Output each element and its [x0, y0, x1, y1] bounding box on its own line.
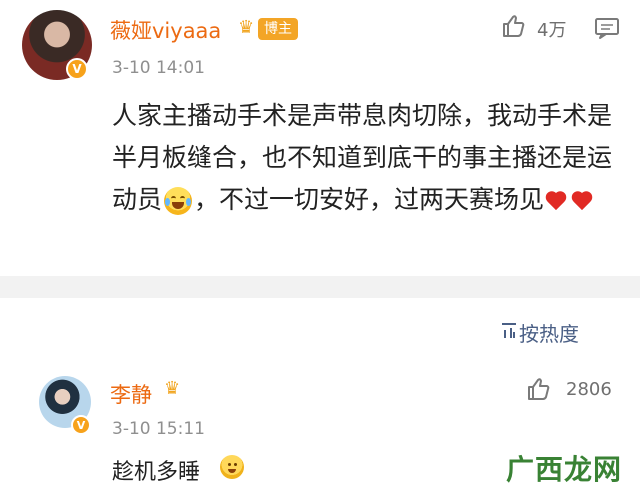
reply-text: 趁机多睡	[112, 460, 201, 485]
post-username[interactable]: 薇娅viyaaa	[110, 15, 221, 45]
post-text-part-2: ，不过一切安好，过两天赛场见	[194, 185, 545, 214]
post-content: 人家主播动手术是声带息肉切除，我动手术是半月板缝合，也不知道到底干的事主播还是运…	[112, 95, 622, 221]
reply-username[interactable]: 李静	[110, 379, 152, 409]
verified-icon: V	[66, 58, 88, 80]
reply-like-count: 2806	[566, 379, 612, 400]
verified-icon: V	[71, 415, 91, 435]
comment-icon[interactable]	[594, 16, 620, 40]
crown-icon: ♛	[238, 17, 255, 38]
drooling-emoji-icon	[220, 455, 244, 479]
crown-icon: ♛	[164, 378, 181, 399]
thumb-up-icon[interactable]	[500, 14, 526, 38]
sort-icon[interactable]	[500, 320, 518, 340]
weibo-post: V 薇娅viyaaa ♛ 博主 3-10 14:01 4万 人家主播动手术是声带…	[0, 0, 640, 276]
post-timestamp: 3-10 14:01	[112, 58, 205, 78]
heart-emoji-icon	[544, 190, 594, 212]
thumb-up-icon[interactable]	[525, 377, 551, 401]
sort-by-hot-button[interactable]: 按热度	[519, 318, 579, 347]
watermark: 广西龙网	[506, 453, 623, 486]
post-like-count: 4万	[537, 20, 567, 41]
blogger-badge: 博主	[258, 18, 298, 40]
reply-timestamp: 3-10 15:11	[112, 419, 205, 439]
section-divider	[0, 276, 640, 298]
laughing-crying-emoji-icon	[164, 187, 193, 215]
